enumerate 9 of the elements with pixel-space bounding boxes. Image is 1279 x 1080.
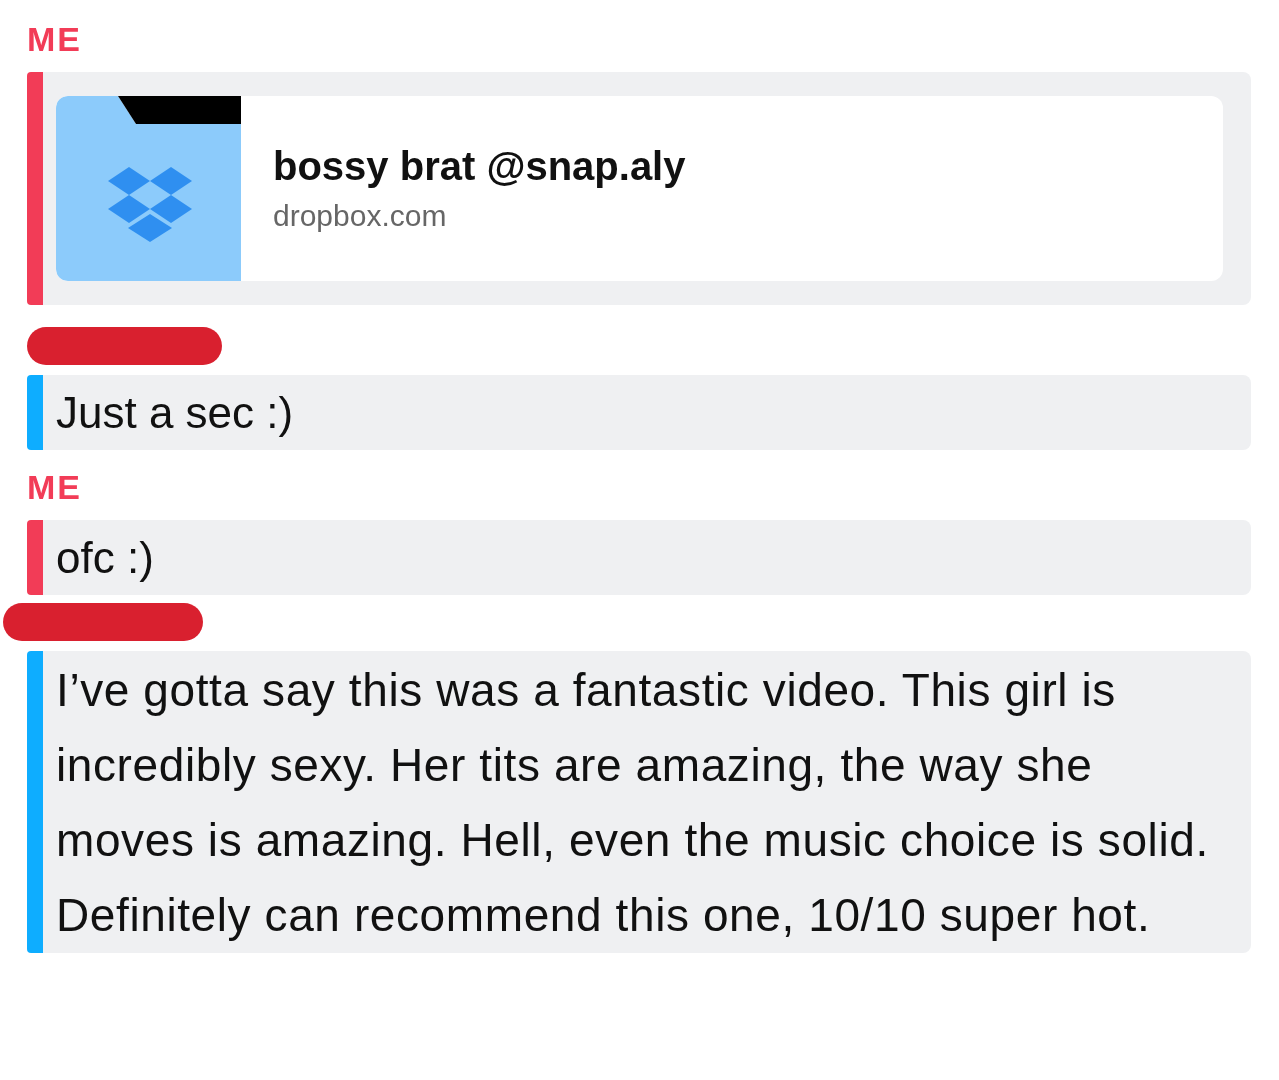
link-card[interactable]: bossy brat @snap.aly dropbox.com: [56, 96, 1223, 281]
folder-icon: [56, 96, 241, 281]
message-text: Just a sec :): [55, 387, 295, 439]
message-text: I’ve gotta say this was a fantastic video. This girl is incredibly sexy. Her tits are amazing, the way she moves is amazing. Hell, even the music choice is solid. Definitely can recommend this one, 10/10 super hot.: [55, 663, 1210, 943]
message-text: ofc :): [55, 532, 155, 584]
sender-name: ME: [27, 22, 82, 56]
sender-name: ME: [27, 470, 82, 504]
link-title: bossy brat @snap.aly: [273, 144, 686, 189]
link-url: dropbox.com: [273, 199, 448, 233]
